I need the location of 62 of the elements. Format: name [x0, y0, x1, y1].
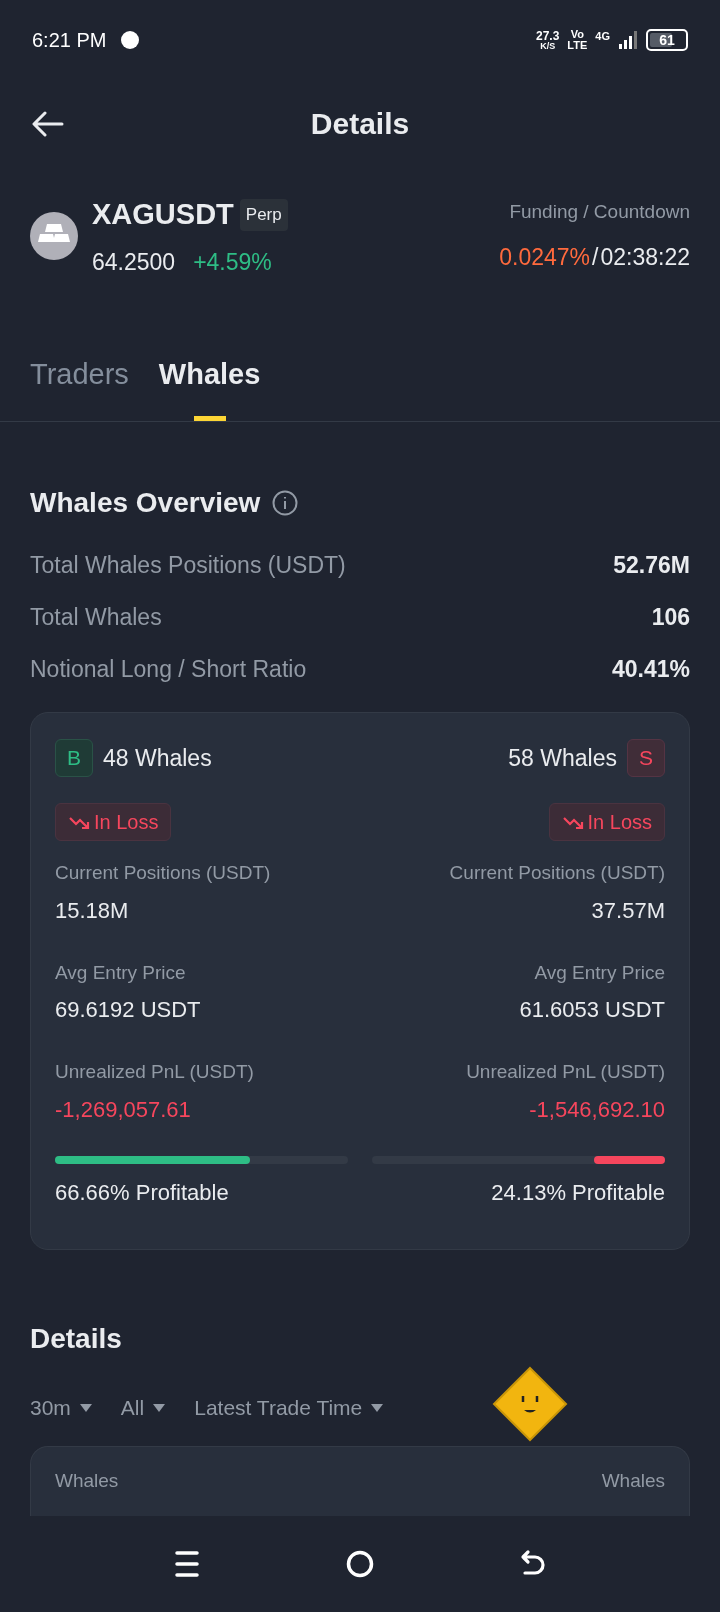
separator: /: [592, 243, 599, 272]
whale-count: 58 Whales: [508, 743, 617, 773]
smiley-diamond-icon[interactable]: [492, 1366, 568, 1442]
stat-label: Notional Long / Short Ratio: [30, 654, 307, 684]
stat-value: 52.76M: [613, 550, 690, 580]
network-type: 4G: [595, 31, 610, 42]
stat-label: Total Whales: [30, 602, 162, 632]
metal-bars-icon: [30, 212, 78, 260]
battery-indicator: 61: [646, 29, 688, 51]
value: 15.18M: [55, 896, 129, 925]
whale-count: 48 Whales: [103, 743, 212, 773]
loss-tag: In Loss: [548, 803, 665, 841]
perp-tag: Perp: [239, 199, 288, 231]
filter-dropdown[interactable]: 30m: [30, 1392, 93, 1424]
label: Avg Entry Price: [55, 960, 186, 985]
caret-icon: [152, 1402, 167, 1413]
price: 64.2500: [92, 247, 176, 277]
filter-dropdown[interactable]: All: [120, 1392, 167, 1424]
pnl-value: -1,269,057.61: [55, 1095, 191, 1124]
funding-rate: 0.0247%: [499, 243, 591, 272]
label: Current Positions (USDT): [55, 861, 271, 885]
price-change: +4.59%: [193, 247, 272, 277]
tab[interactable]: Whales: [158, 349, 261, 421]
page-title: Details: [310, 105, 410, 142]
section-title: Whales Overview: [30, 486, 261, 520]
label: Current Positions (USDT): [449, 861, 665, 885]
menu-icon: [173, 1550, 200, 1578]
net-speed: 27.3: [536, 29, 560, 42]
volte-label: LTE: [567, 40, 588, 51]
label: Unrealized PnL (USDT): [466, 1060, 665, 1084]
tab[interactable]: Traders: [30, 349, 129, 421]
caret-icon: [78, 1402, 93, 1413]
countdown: 02:38:22: [600, 243, 690, 272]
info-icon[interactable]: [272, 490, 299, 516]
back-arrow-icon: [32, 111, 64, 137]
label: Avg Entry Price: [534, 960, 665, 985]
side-badge: S: [627, 739, 665, 777]
value: 37.57M: [591, 896, 665, 925]
value: 69.6192 USDT: [55, 996, 201, 1024]
symbol: XAGUSDT: [92, 197, 234, 232]
home-icon: [346, 1550, 374, 1578]
stat-label: Total Whales Positions (USDT): [30, 550, 346, 580]
notification-dot-icon: [120, 30, 141, 50]
side-badge: B: [55, 739, 93, 777]
net-unit: K/S: [540, 41, 556, 51]
column-header: Whales: [55, 1468, 119, 1493]
signal-icon: [618, 30, 638, 50]
profitable-text: 66.66% Profitable: [55, 1178, 229, 1207]
stat-value: 40.41%: [612, 654, 690, 684]
profitable-text: 24.13% Profitable: [491, 1178, 665, 1207]
value: 61.6053 USDT: [519, 996, 665, 1024]
loss-tag: In Loss: [55, 803, 172, 841]
column-header: Whales: [601, 1468, 665, 1493]
volte-label: Vo: [570, 29, 584, 40]
clock: 6:21 PM: [32, 28, 107, 53]
stat-value: 106: [651, 602, 690, 632]
funding-label: Funding / Countdown: [509, 199, 690, 224]
section-title: Details: [30, 1322, 123, 1356]
filter-dropdown[interactable]: Latest Trade Time: [194, 1392, 385, 1424]
caret-icon: [370, 1402, 385, 1413]
label: Unrealized PnL (USDT): [55, 1060, 254, 1084]
pnl-value: -1,546,692.10: [529, 1095, 665, 1124]
